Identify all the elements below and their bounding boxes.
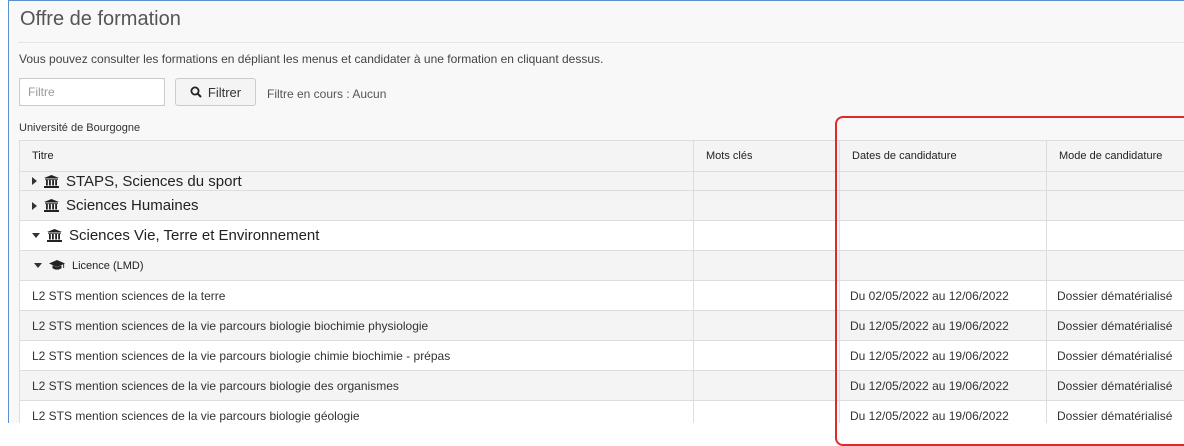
page-title: Offre de formation [20,8,181,31]
subcategory-cell[interactable]: Licence (LMD) [20,251,694,281]
filter-button-label: Filtrer [208,85,241,100]
mode-cell [1047,251,1184,281]
category-label: Sciences Vie, Terre et Environnement [69,227,319,244]
formation-title[interactable]: L2 STS mention sciences de la terre [20,281,694,311]
mode-cell: Dossier dématérialisé [1047,401,1184,424]
dates-cell: Du 12/05/2022 au 19/06/2022 [840,341,1047,371]
category-row[interactable]: Sciences Humaines [20,191,1184,221]
mode-cell: Dossier dématérialisé [1047,311,1184,341]
keywords-cell [694,191,840,221]
title-divider [18,42,1184,43]
column-header-dates[interactable]: Dates de candidature [840,141,1047,172]
dates-cell: Du 12/05/2022 au 19/06/2022 [840,311,1047,341]
keywords-cell [694,251,840,281]
category-row[interactable]: STAPS, Sciences du sport [20,172,1184,191]
mode-cell: Dossier dématérialisé [1047,371,1184,401]
dates-cell: Du 12/05/2022 au 19/06/2022 [840,371,1047,401]
dates-cell [840,251,1047,281]
table-row[interactable]: L2 STS mention sciences de la vie parcou… [20,371,1184,401]
mode-cell [1047,221,1184,251]
caret-down-icon[interactable] [32,233,40,238]
keywords-cell [694,311,840,341]
keywords-cell [694,401,840,424]
university-caption: Université de Bourgogne [19,122,140,134]
graduation-cap-icon [49,260,65,271]
column-header-mode[interactable]: Mode de candidature [1047,141,1184,172]
table-row[interactable]: L2 STS mention sciences de la vie parcou… [20,341,1184,371]
mode-cell: Dossier dématérialisé [1047,341,1184,371]
training-offer-panel: Offre de formation Vous pouvez consulter… [8,0,1184,423]
category-cell[interactable]: Sciences Humaines [20,191,694,221]
filter-input[interactable] [19,78,165,106]
formation-title[interactable]: L2 STS mention sciences de la vie parcou… [20,371,694,401]
table-header-row: Titre Mots clés Dates de candidature Mod… [20,141,1184,172]
table-row[interactable]: L2 STS mention sciences de la terre Du 0… [20,281,1184,311]
category-row[interactable]: Sciences Vie, Terre et Environnement [20,221,1184,251]
formation-title[interactable]: L2 STS mention sciences de la vie parcou… [20,341,694,371]
subcategory-label: Licence (LMD) [72,260,144,272]
formation-title[interactable]: L2 STS mention sciences de la vie parcou… [20,401,694,424]
category-cell[interactable]: STAPS, Sciences du sport [20,172,694,191]
search-icon [190,86,202,98]
category-label: Sciences Humaines [66,197,199,214]
keywords-cell [694,172,840,191]
table-row[interactable]: L2 STS mention sciences de la vie parcou… [20,311,1184,341]
mode-cell [1047,191,1184,221]
dates-cell: Du 02/05/2022 au 12/06/2022 [840,281,1047,311]
institution-icon [44,199,59,212]
category-label: STAPS, Sciences du sport [66,173,242,190]
column-header-keywords[interactable]: Mots clés [694,141,840,172]
subcategory-row[interactable]: Licence (LMD) [20,251,1184,281]
keywords-cell [694,221,840,251]
filter-status: Filtre en cours : Aucun [267,87,386,101]
institution-icon [47,229,62,242]
training-table: Titre Mots clés Dates de candidature Mod… [19,140,1184,423]
caret-right-icon[interactable] [32,177,37,185]
dates-cell [840,172,1047,191]
mode-cell: Dossier dématérialisé [1047,281,1184,311]
filter-button[interactable]: Filtrer [175,78,256,106]
dates-cell [840,221,1047,251]
mode-cell [1047,172,1184,191]
table-row[interactable]: L2 STS mention sciences de la vie parcou… [20,401,1184,424]
caret-down-icon[interactable] [34,263,42,268]
caret-right-icon[interactable] [32,202,37,210]
intro-text: Vous pouvez consulter les formations en … [19,52,603,66]
dates-cell: Du 12/05/2022 au 19/06/2022 [840,401,1047,424]
keywords-cell [694,371,840,401]
keywords-cell [694,281,840,311]
column-header-title[interactable]: Titre [20,141,694,172]
institution-icon [44,175,59,188]
keywords-cell [694,341,840,371]
category-cell[interactable]: Sciences Vie, Terre et Environnement [20,221,694,251]
dates-cell [840,191,1047,221]
formation-title[interactable]: L2 STS mention sciences de la vie parcou… [20,311,694,341]
